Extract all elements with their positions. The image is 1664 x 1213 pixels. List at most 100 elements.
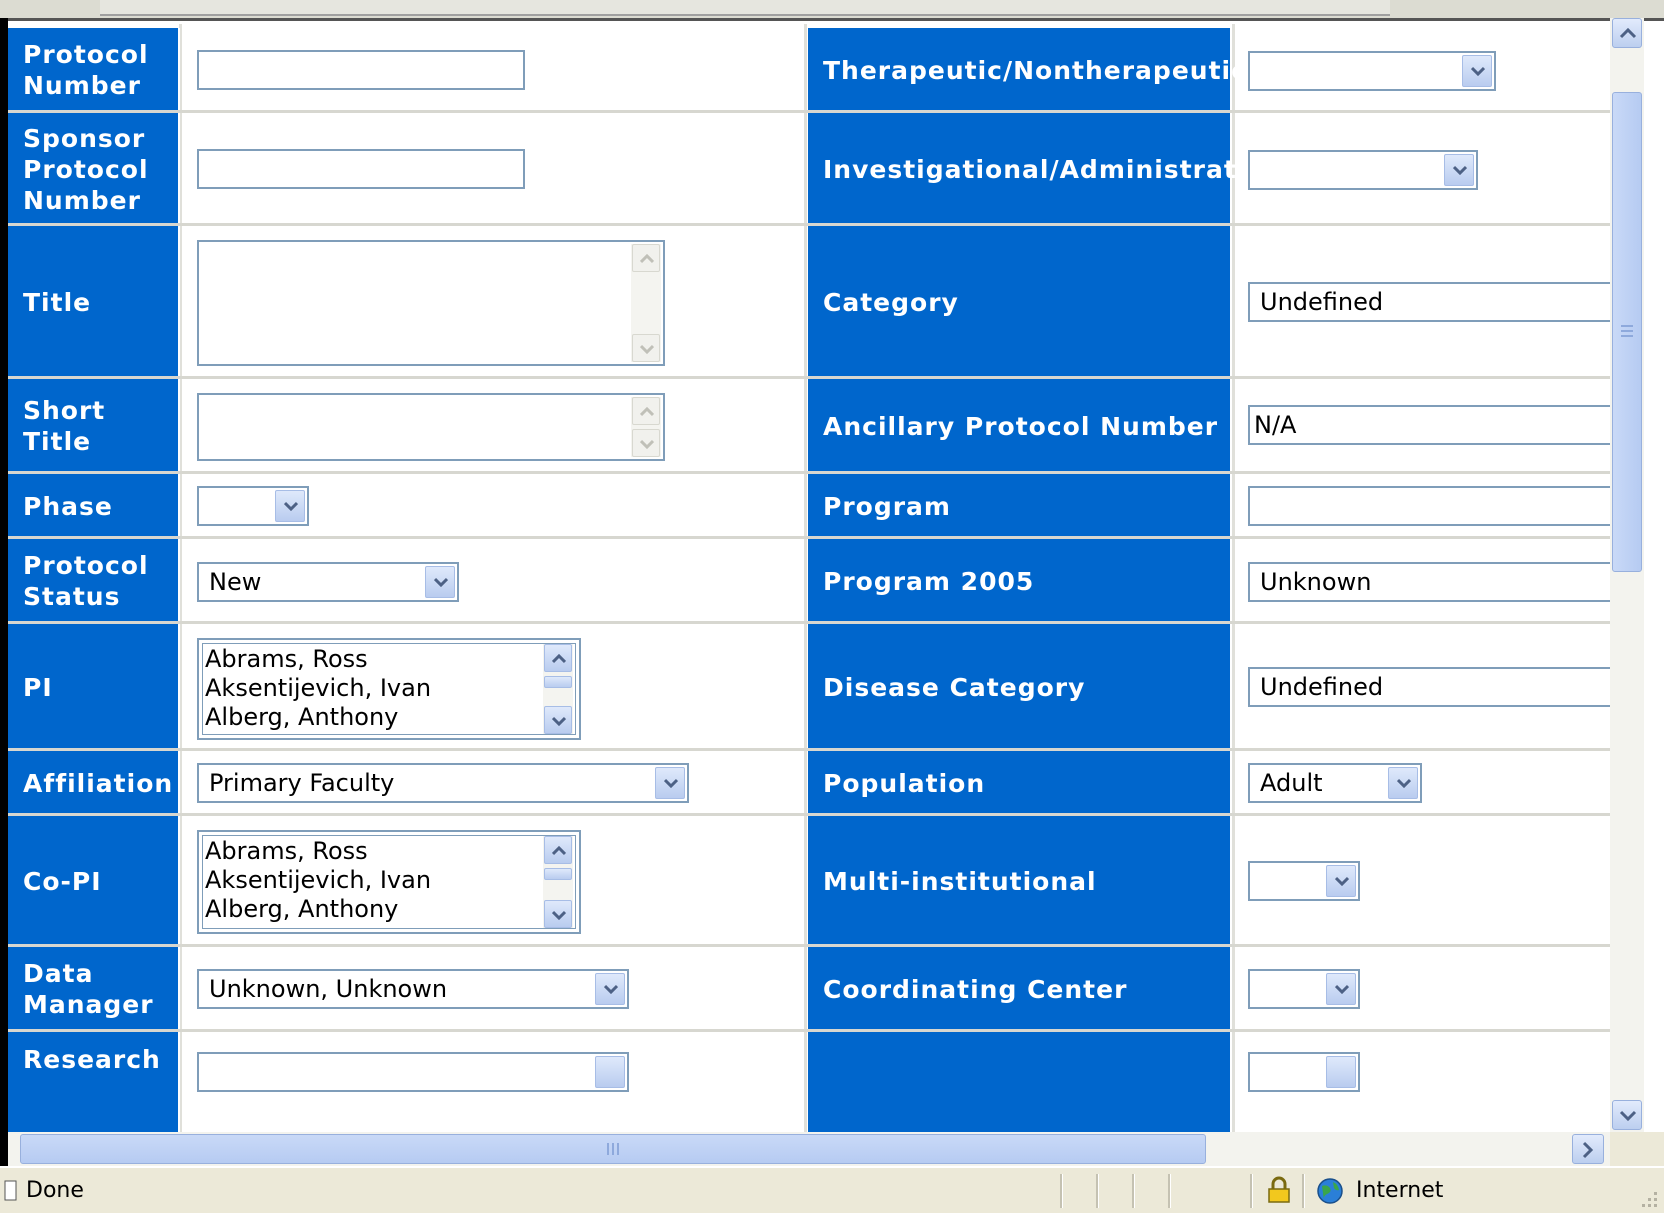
chevron-down-icon[interactable] bbox=[1388, 767, 1418, 799]
status-text: Done bbox=[26, 1178, 84, 1203]
chevron-right-icon[interactable] bbox=[1572, 1134, 1604, 1164]
form-row: Co-PI Abrams, Ross Aksentijevich, Ivan A… bbox=[8, 816, 1610, 946]
scrollbar[interactable] bbox=[631, 244, 661, 362]
chevron-down-icon[interactable] bbox=[1462, 55, 1492, 87]
list-item[interactable]: Aksentijevich, Ivan bbox=[205, 674, 431, 703]
selected-value: New bbox=[209, 568, 262, 596]
globe-icon bbox=[1317, 1178, 1343, 1204]
program-2005-select[interactable]: Unknown bbox=[1248, 562, 1610, 602]
scroll-thumb[interactable] bbox=[544, 868, 572, 880]
protocol-number-input[interactable] bbox=[197, 50, 525, 90]
chevron-down-icon[interactable] bbox=[632, 334, 660, 362]
chevron-up-icon[interactable] bbox=[632, 244, 660, 272]
label-disease-category: Disease Category bbox=[808, 624, 1232, 750]
research-select[interactable] bbox=[197, 1052, 629, 1092]
pi-listbox[interactable]: Abrams, Ross Aksentijevich, Ivan Alberg,… bbox=[197, 638, 581, 740]
label-ancillary: Ancillary Protocol Number bbox=[808, 379, 1232, 473]
multi-institutional-select[interactable] bbox=[1248, 861, 1360, 901]
selected-value: Primary Faculty bbox=[209, 769, 395, 797]
co-pi-listbox[interactable]: Abrams, Ross Aksentijevich, Ivan Alberg,… bbox=[197, 830, 581, 934]
population-select[interactable]: Adult bbox=[1248, 763, 1422, 803]
label-population: Population bbox=[808, 751, 1232, 815]
chevron-down-icon[interactable] bbox=[544, 706, 572, 734]
affiliation-select[interactable]: Primary Faculty bbox=[197, 763, 689, 803]
chevron-down-icon[interactable] bbox=[1326, 973, 1356, 1005]
list-item[interactable]: Aksentijevich, Ivan bbox=[205, 866, 431, 895]
chevron-down-icon[interactable] bbox=[1612, 1100, 1642, 1130]
form-row: Short Title Ancillary Protocol Number N/… bbox=[8, 379, 1610, 473]
toolbar-edge bbox=[0, 0, 1664, 21]
data-manager-select[interactable]: Unknown, Unknown bbox=[197, 969, 629, 1009]
chevron-down-icon[interactable] bbox=[544, 900, 572, 928]
label-pi: PI bbox=[8, 624, 180, 750]
chevron-down-icon[interactable] bbox=[1326, 865, 1356, 897]
chevron-up-icon[interactable] bbox=[544, 644, 572, 672]
protocol-status-select[interactable]: New bbox=[197, 562, 459, 602]
label-data-manager: Data Manager bbox=[8, 947, 180, 1031]
scroll-thumb[interactable] bbox=[20, 1134, 1206, 1164]
form-row: Affiliation Primary Faculty Population A… bbox=[8, 751, 1610, 815]
label-title: Title bbox=[8, 226, 180, 378]
program-input[interactable] bbox=[1248, 486, 1610, 526]
resize-grip-icon[interactable] bbox=[1636, 1186, 1660, 1210]
scrollbar[interactable] bbox=[543, 644, 573, 734]
chevron-up-icon[interactable] bbox=[1612, 18, 1642, 48]
investigational-select[interactable] bbox=[1248, 150, 1478, 190]
scrollbar-corner bbox=[1610, 1132, 1664, 1166]
scrollbar[interactable] bbox=[631, 397, 661, 457]
list-item[interactable]: Alberg, Anthony bbox=[205, 895, 398, 924]
security-zone-text: Internet bbox=[1356, 1178, 1444, 1203]
chevron-down-icon[interactable] bbox=[1326, 1056, 1356, 1088]
chevron-down-icon[interactable] bbox=[275, 490, 305, 522]
label-co-pi: Co-PI bbox=[8, 816, 180, 946]
form-row: Protocol Number Therapeutic/Nontherapeut… bbox=[8, 28, 1610, 112]
form-row: Protocol Status New Program 2005 Unknown bbox=[8, 539, 1610, 623]
selected-value: Unknown, Unknown bbox=[209, 975, 448, 1003]
label-protocol-number: Protocol Number bbox=[8, 28, 180, 112]
form-row: Sponsor Protocol Number Investigational/… bbox=[8, 113, 1610, 225]
category-select[interactable]: Undefined bbox=[1248, 282, 1610, 322]
label-program: Program bbox=[808, 474, 1232, 538]
chevron-down-icon[interactable] bbox=[595, 1056, 625, 1088]
page-scrollbar-vertical[interactable] bbox=[1610, 18, 1644, 1132]
page-viewport: Protocol Number Therapeutic/Nontherapeut… bbox=[8, 24, 1610, 1132]
therapeutic-select[interactable] bbox=[1248, 51, 1496, 91]
chevron-down-icon[interactable] bbox=[595, 973, 625, 1005]
chevron-down-icon[interactable] bbox=[425, 566, 455, 598]
label-protocol-status: Protocol Status bbox=[8, 539, 180, 623]
list-item[interactable]: Abrams, Ross bbox=[205, 645, 368, 674]
title-textarea[interactable] bbox=[197, 240, 665, 366]
form-row: Data Manager Unknown, Unknown Coordinati… bbox=[8, 947, 1610, 1031]
ancillary-input[interactable]: N/A bbox=[1248, 405, 1610, 445]
label-cut-off bbox=[808, 1032, 1232, 1132]
scrollbar[interactable] bbox=[543, 836, 573, 928]
label-sponsor-protocol-number: Sponsor Protocol Number bbox=[8, 113, 180, 225]
chevron-up-icon[interactable] bbox=[544, 836, 572, 864]
cut-off-select[interactable] bbox=[1248, 1052, 1360, 1092]
form-row: Research bbox=[8, 1032, 1610, 1132]
label-multi-institutional: Multi-institutional bbox=[808, 816, 1232, 946]
chevron-up-icon[interactable] bbox=[632, 397, 660, 425]
label-investigational: Investigational/Administrative bbox=[808, 113, 1281, 225]
label-short-title: Short Title bbox=[8, 379, 180, 473]
coordinating-center-select[interactable] bbox=[1248, 969, 1360, 1009]
status-bar: Done Internet bbox=[0, 1166, 1664, 1213]
short-title-textarea[interactable] bbox=[197, 393, 665, 461]
scroll-thumb[interactable] bbox=[1612, 92, 1642, 572]
list-item[interactable]: Alberg, Anthony bbox=[205, 703, 398, 732]
chevron-down-icon[interactable] bbox=[655, 767, 685, 799]
page-scrollbar-horizontal[interactable] bbox=[8, 1132, 1610, 1166]
scroll-thumb[interactable] bbox=[544, 676, 572, 688]
page-icon bbox=[4, 1180, 17, 1201]
chevron-down-icon[interactable] bbox=[632, 429, 660, 457]
phase-select[interactable] bbox=[197, 486, 309, 526]
label-coordinating-center: Coordinating Center bbox=[808, 947, 1232, 1031]
label-therapeutic: Therapeutic/Nontherapeutic bbox=[808, 28, 1246, 112]
disease-category-select[interactable]: Undefined bbox=[1248, 667, 1610, 707]
sponsor-protocol-number-input[interactable] bbox=[197, 149, 525, 189]
label-phase: Phase bbox=[8, 474, 180, 538]
browser-window: Protocol Number Therapeutic/Nontherapeut… bbox=[0, 0, 1664, 1213]
selected-value: Adult bbox=[1260, 769, 1323, 797]
chevron-down-icon[interactable] bbox=[1444, 154, 1474, 186]
list-item[interactable]: Abrams, Ross bbox=[205, 837, 368, 866]
